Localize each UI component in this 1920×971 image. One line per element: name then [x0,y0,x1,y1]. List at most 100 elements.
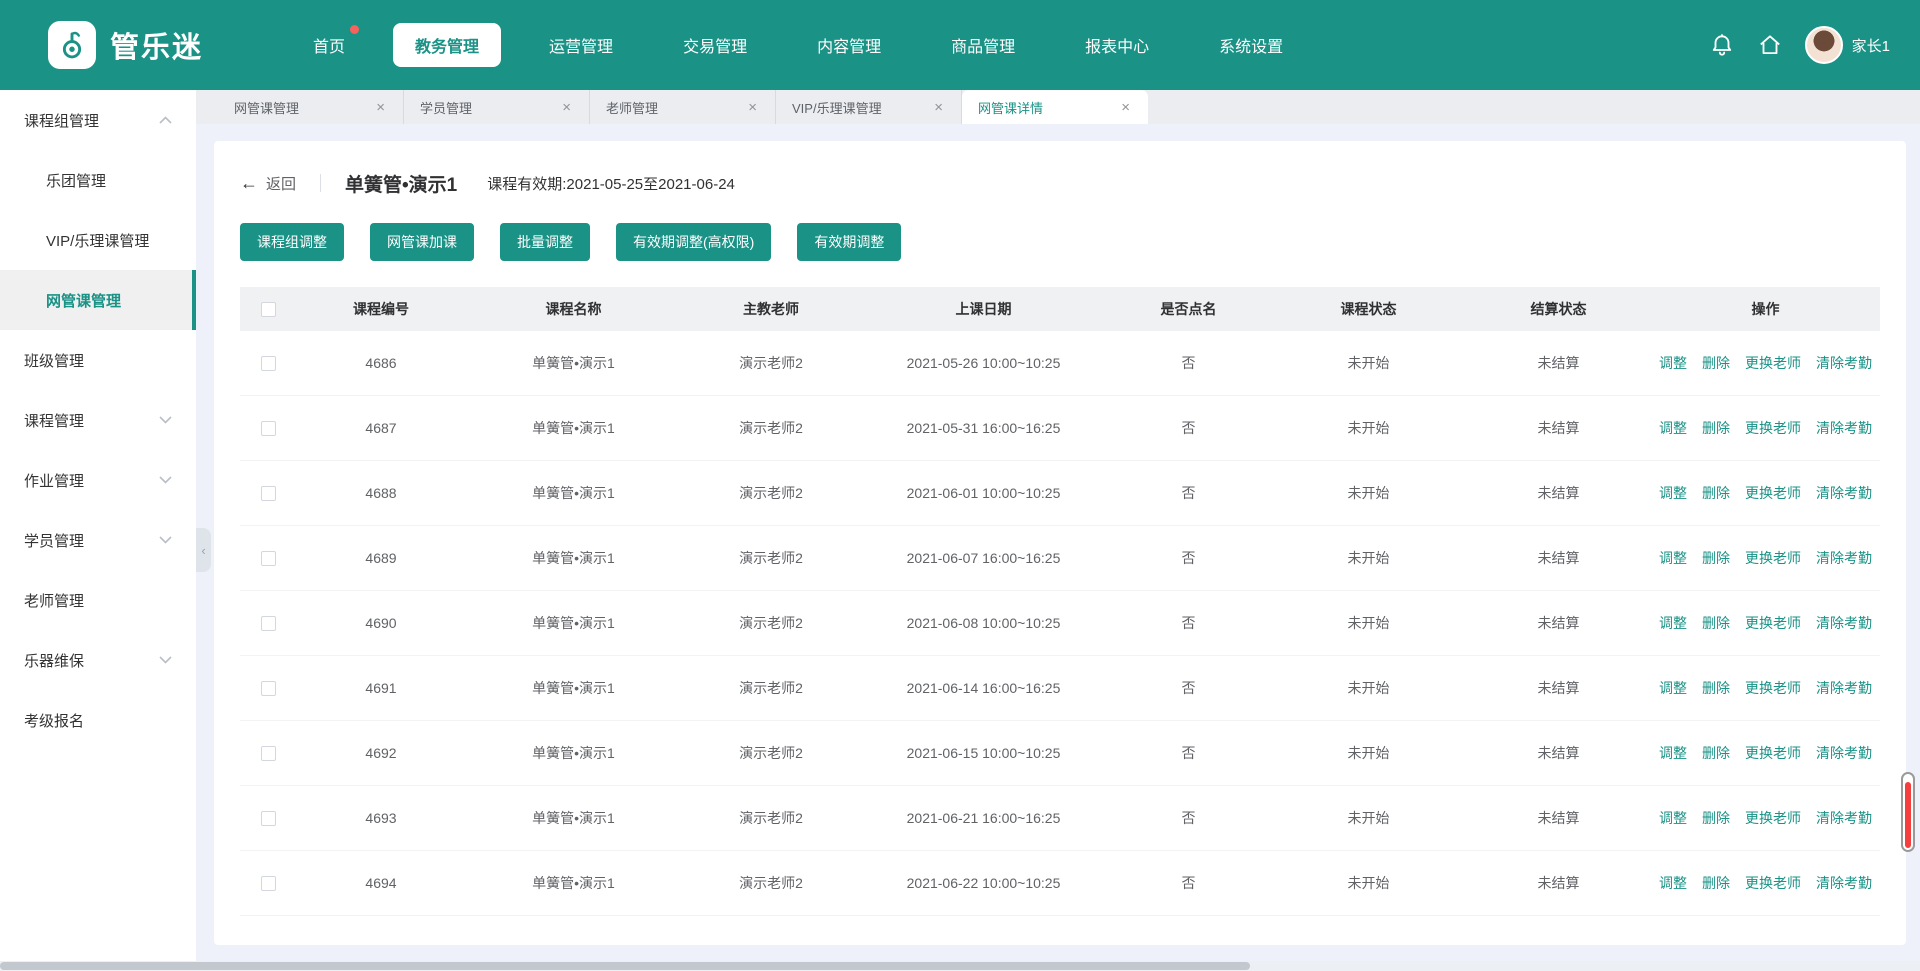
sidebar-collapse-handle[interactable]: ‹ [196,528,211,572]
action-clear-attendance[interactable]: 清除考勤 [1816,678,1872,698]
row-checkbox[interactable] [261,421,276,436]
nav-item[interactable]: 交易管理 [661,23,769,67]
action-delete[interactable]: 删除 [1702,353,1730,373]
user-name: 家长1 [1852,35,1890,56]
action-change-teacher[interactable]: 更换老师 [1745,418,1801,438]
sidebar-item[interactable]: 网管课管理 [0,270,196,330]
action-clear-attendance[interactable]: 清除考勤 [1816,613,1872,633]
action-clear-attendance[interactable]: 清除考勤 [1816,808,1872,828]
cell-course-id: 4690 [296,615,466,631]
action-adjust[interactable]: 调整 [1659,483,1687,503]
nav-item[interactable]: 系统设置 [1197,23,1305,67]
tab[interactable]: 老师管理 × [590,90,776,124]
tab[interactable]: 学员管理 × [404,90,590,124]
sidebar-item[interactable]: 乐器维保 [0,630,196,690]
action-delete[interactable]: 删除 [1702,548,1730,568]
nav-item[interactable]: 商品管理 [929,23,1037,67]
action-delete[interactable]: 删除 [1702,873,1730,893]
action-change-teacher[interactable]: 更换老师 [1745,483,1801,503]
horizontal-scrollbar-thumb[interactable] [0,962,1250,970]
row-checkbox[interactable] [261,746,276,761]
row-checkbox[interactable] [261,876,276,891]
tab[interactable]: 网管课管理 × [218,90,404,124]
action-delete[interactable]: 删除 [1702,418,1730,438]
action-adjust[interactable]: 调整 [1659,613,1687,633]
action-adjust[interactable]: 调整 [1659,743,1687,763]
cell-course-name: 单簧管•演示1 [466,353,681,373]
cell-teacher: 演示老师2 [681,808,861,828]
action-delete[interactable]: 删除 [1702,613,1730,633]
user-menu[interactable]: 家长1 [1805,26,1890,64]
toolbar-button[interactable]: 有效期调整(高权限) [616,223,771,261]
chevron-down-icon [159,476,172,484]
action-clear-attendance[interactable]: 清除考勤 [1816,873,1872,893]
action-clear-attendance[interactable]: 清除考勤 [1816,743,1872,763]
close-icon[interactable]: × [932,99,945,116]
row-checkbox[interactable] [261,486,276,501]
back-button[interactable]: ← 返回 [240,173,296,194]
cell-course-id: 4686 [296,355,466,371]
action-delete[interactable]: 删除 [1702,483,1730,503]
notification-bell-icon[interactable] [1709,32,1735,58]
sidebar-item[interactable]: 作业管理 [0,450,196,510]
home-icon[interactable] [1757,32,1783,58]
nav-item-label: 教务管理 [415,39,479,56]
sidebar-item[interactable]: 课程管理 [0,390,196,450]
cell-course-id: 4687 [296,420,466,436]
action-adjust[interactable]: 调整 [1659,418,1687,438]
close-icon[interactable]: × [374,99,387,116]
nav-item[interactable]: 首页 [291,23,367,67]
row-checkbox[interactable] [261,811,276,826]
cell-status: 未开始 [1271,418,1466,438]
sidebar-item[interactable]: 学员管理 [0,510,196,570]
action-change-teacher[interactable]: 更换老师 [1745,353,1801,373]
row-checkbox[interactable] [261,551,276,566]
action-change-teacher[interactable]: 更换老师 [1745,873,1801,893]
nav-item[interactable]: 运营管理 [527,23,635,67]
top-navbar: 管乐迷 首页 教务管理 运营管理 交易管理 内容管理 商品管理 报表中心 系统设… [0,0,1920,90]
action-delete[interactable]: 删除 [1702,678,1730,698]
toolbar-button[interactable]: 课程组调整 [240,223,344,261]
tab[interactable]: VIP/乐理课管理 × [776,90,962,124]
row-checkbox[interactable] [261,616,276,631]
action-clear-attendance[interactable]: 清除考勤 [1816,353,1872,373]
nav-item[interactable]: 教务管理 [393,23,501,67]
close-icon[interactable]: × [560,99,573,116]
action-change-teacher[interactable]: 更换老师 [1745,743,1801,763]
brand[interactable]: 管乐迷 [48,21,203,69]
toolbar-button[interactable]: 网管课加课 [370,223,474,261]
toolbar-button[interactable]: 有效期调整 [797,223,901,261]
toolbar-button[interactable]: 批量调整 [500,223,590,261]
action-clear-attendance[interactable]: 清除考勤 [1816,548,1872,568]
sidebar-item[interactable]: 考级报名 [0,690,196,750]
row-checkbox[interactable] [261,681,276,696]
row-checkbox[interactable] [261,356,276,371]
sidebar-item[interactable]: 乐团管理 [0,150,196,210]
tab[interactable]: 网管课详情 × [962,90,1148,124]
action-adjust[interactable]: 调整 [1659,873,1687,893]
course-detail-card: ← 返回 单簧管•演示1 课程有效期:2021-05-25至2021-06-24… [214,141,1906,945]
action-adjust[interactable]: 调整 [1659,678,1687,698]
action-change-teacher[interactable]: 更换老师 [1745,678,1801,698]
action-adjust[interactable]: 调整 [1659,808,1687,828]
action-change-teacher[interactable]: 更换老师 [1745,613,1801,633]
nav-item[interactable]: 内容管理 [795,23,903,67]
action-change-teacher[interactable]: 更换老师 [1745,548,1801,568]
action-delete[interactable]: 删除 [1702,743,1730,763]
action-delete[interactable]: 删除 [1702,808,1730,828]
sidebar-item[interactable]: 班级管理 [0,330,196,390]
action-adjust[interactable]: 调整 [1659,548,1687,568]
detail-header: ← 返回 单簧管•演示1 课程有效期:2021-05-25至2021-06-24 [240,167,1880,199]
action-clear-attendance[interactable]: 清除考勤 [1816,418,1872,438]
sidebar-item[interactable]: 课程组管理 [0,90,196,150]
close-icon[interactable]: × [1119,99,1132,116]
action-clear-attendance[interactable]: 清除考勤 [1816,483,1872,503]
sidebar-item[interactable]: VIP/乐理课管理 [0,210,196,270]
select-all-checkbox[interactable] [261,302,276,317]
sidebar-item[interactable]: 老师管理 [0,570,196,630]
nav-item[interactable]: 报表中心 [1063,23,1171,67]
cell-actions: 调整 删除 更换老师 清除考勤 [1651,613,1880,633]
close-icon[interactable]: × [746,99,759,116]
action-change-teacher[interactable]: 更换老师 [1745,808,1801,828]
action-adjust[interactable]: 调整 [1659,353,1687,373]
